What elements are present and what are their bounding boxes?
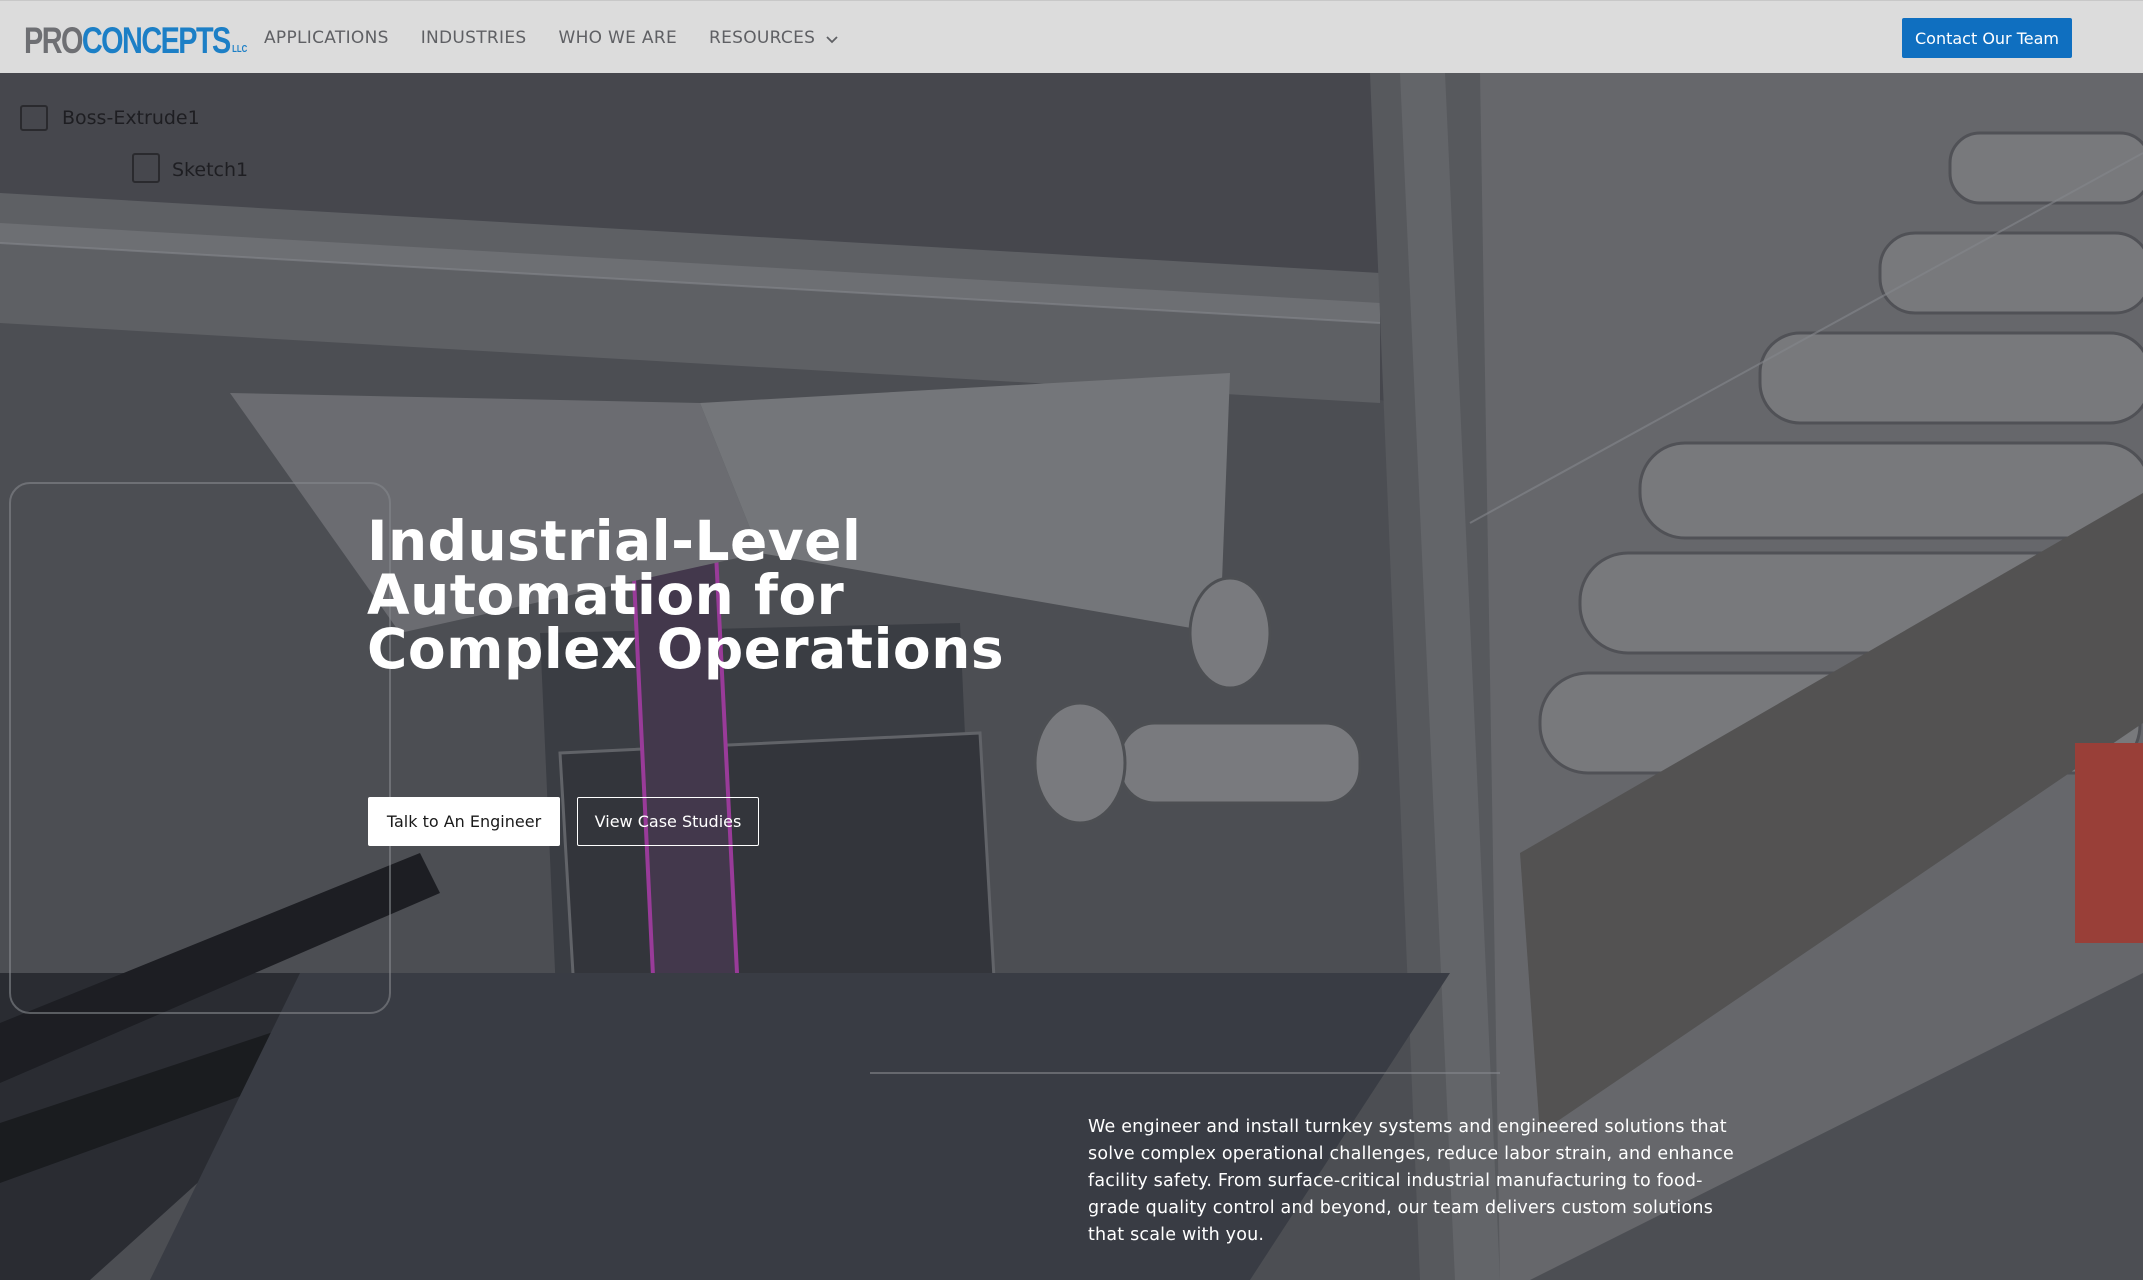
cad-feature-label: Sketch1 bbox=[172, 159, 249, 181]
logo-concepts-text: CONCEPTS bbox=[81, 20, 231, 61]
nav-item-industries[interactable]: INDUSTRIES bbox=[421, 28, 527, 48]
cad-feature-label: Boss-Extrude1 bbox=[62, 107, 200, 129]
chevron-down-icon bbox=[825, 31, 839, 45]
cube-icon bbox=[20, 105, 48, 131]
view-case-studies-button[interactable]: View Case Studies bbox=[577, 797, 759, 846]
hero-section: Boss-Extrude1 Sketch1 bbox=[0, 73, 2143, 1280]
nav-item-label: WHO WE ARE bbox=[558, 27, 677, 48]
main-nav: APPLICATIONS INDUSTRIES WHO WE ARE RESOU… bbox=[264, 1, 871, 74]
hero-headline: Industrial-Level Automation for Complex … bbox=[367, 509, 1005, 681]
hero-dark-overlay bbox=[0, 73, 2143, 1280]
site-header: PRO CONCEPTS LLC APPLICATIONS INDUSTRIES… bbox=[0, 0, 2143, 73]
nav-item-label: INDUSTRIES bbox=[420, 27, 527, 48]
logo-llc-text: LLC bbox=[232, 44, 248, 55]
nav-item-applications[interactable]: APPLICATIONS bbox=[264, 28, 389, 48]
nav-item-resources[interactable]: RESOURCES bbox=[709, 28, 839, 48]
sketch-icon bbox=[132, 153, 160, 183]
nav-item-label: RESOURCES bbox=[709, 27, 816, 48]
nav-item-who-we-are[interactable]: WHO WE ARE bbox=[558, 28, 677, 48]
contact-our-team-button[interactable]: Contact Our Team bbox=[1902, 18, 2072, 58]
proconcepts-logo[interactable]: PRO CONCEPTS LLC bbox=[24, 15, 247, 59]
talk-to-engineer-button[interactable]: Talk to An Engineer bbox=[368, 797, 560, 846]
hero-description: We engineer and install turnkey systems … bbox=[1088, 1117, 1734, 1245]
logo-pro-text: PRO bbox=[24, 20, 83, 61]
hero-cta-group: Talk to An Engineer View Case Studies bbox=[368, 797, 759, 846]
nav-item-label: APPLICATIONS bbox=[264, 27, 389, 48]
